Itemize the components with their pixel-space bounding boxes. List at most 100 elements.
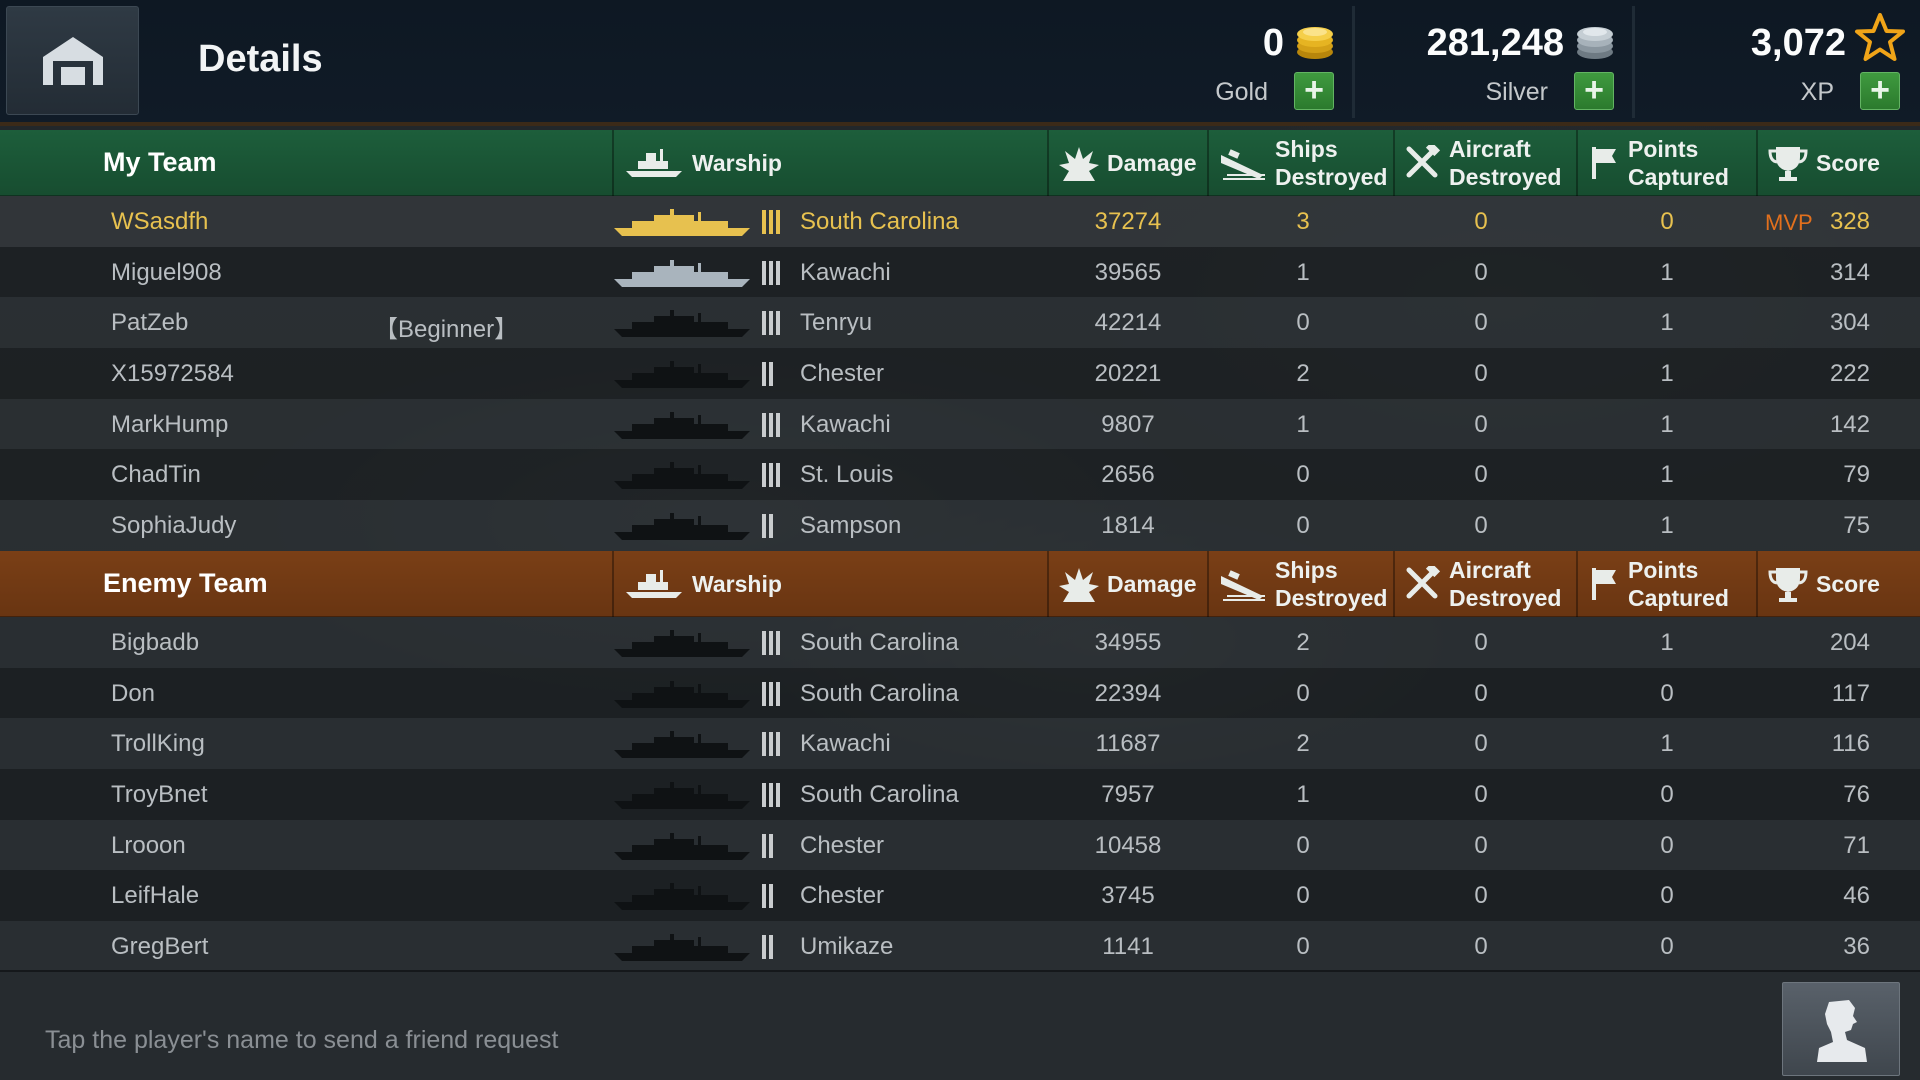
player-name[interactable]: ChadTin bbox=[111, 461, 201, 489]
column-header-points[interactable]: Points Captured bbox=[1576, 550, 1756, 617]
column-header-score[interactable]: Score bbox=[1756, 130, 1920, 196]
column-header-score[interactable]: Score bbox=[1756, 550, 1920, 617]
points-captured-value: 0 bbox=[1660, 679, 1674, 707]
ships-destroyed-value: 0 bbox=[1296, 932, 1310, 960]
ship-name: Sampson bbox=[800, 512, 902, 540]
tier-icon bbox=[760, 358, 782, 388]
tier-icon bbox=[760, 830, 782, 860]
tier-icon bbox=[760, 307, 782, 337]
player-name[interactable]: Lrooon bbox=[111, 832, 186, 860]
player-name[interactable]: Bigbadb bbox=[111, 629, 199, 657]
buy-gold-button[interactable]: + bbox=[1294, 72, 1334, 110]
ship-silhouette-icon bbox=[614, 627, 750, 657]
friend-request-hint: Tap the player's name to send a friend r… bbox=[45, 1026, 559, 1054]
player-name[interactable]: Miguel908 bbox=[111, 259, 222, 287]
player-tag: 【Beginner】 bbox=[374, 316, 519, 344]
column-header-ships[interactable]: Ships Destroyed bbox=[1207, 130, 1393, 196]
ships-destroyed-value: 1 bbox=[1296, 258, 1310, 286]
ship-name: South Carolina bbox=[800, 628, 959, 656]
column-label-line: Captured bbox=[1628, 584, 1729, 611]
buy-silver-button[interactable]: + bbox=[1574, 72, 1614, 110]
star-icon bbox=[1855, 13, 1905, 61]
score-value: 75 bbox=[1843, 512, 1870, 540]
score-value: 204 bbox=[1829, 628, 1870, 656]
damage-value: 42214 bbox=[1094, 309, 1162, 337]
page-title: Details bbox=[198, 38, 323, 80]
aircraft-destroyed-value: 0 bbox=[1474, 512, 1488, 540]
player-name[interactable]: GregBert bbox=[111, 933, 208, 961]
points-captured-value: 0 bbox=[1660, 882, 1674, 910]
aircraft-destroyed-value: 0 bbox=[1474, 730, 1488, 758]
column-label-line: Ships bbox=[1275, 556, 1338, 583]
ship-silhouette-icon bbox=[614, 510, 750, 541]
sinking-ship-icon bbox=[1221, 570, 1265, 601]
aircraft-destroyed-value: 0 bbox=[1474, 932, 1488, 960]
column-label: Score bbox=[1816, 150, 1880, 176]
column-header-damage[interactable]: Damage bbox=[1047, 130, 1207, 196]
ship-name: Umikaze bbox=[800, 932, 894, 960]
column-label: Damage bbox=[1107, 570, 1197, 597]
score-value: 304 bbox=[1829, 309, 1870, 337]
crossed-tools-icon bbox=[1406, 565, 1441, 599]
column-header-warship[interactable]: Warship bbox=[612, 130, 1047, 196]
column-icon-wrap bbox=[1059, 566, 1099, 602]
player-name[interactable]: SophiaJudy bbox=[111, 512, 236, 540]
player-name[interactable]: LeifHale bbox=[111, 882, 199, 910]
column-header-ships[interactable]: Ships Destroyed bbox=[1207, 550, 1393, 617]
top-bar: Details 0 Gold + 281,248 Silver + 3,072 bbox=[0, 0, 1920, 126]
damage-value: 11687 bbox=[1095, 730, 1161, 758]
player-row: MarkHump Kawachi 9807 1 0 1 142 bbox=[0, 398, 1920, 450]
aircraft-destroyed-value: 0 bbox=[1474, 309, 1488, 337]
ship-name: South Carolina bbox=[800, 679, 959, 707]
silver-resource: 281,248 Silver + bbox=[1380, 0, 1620, 122]
points-captured-value: 1 bbox=[1660, 309, 1674, 337]
column-header-aircraft[interactable]: Aircraft Destroyed bbox=[1393, 130, 1576, 196]
damage-value: 22394 bbox=[1094, 679, 1162, 707]
damage-value: 1814 bbox=[1101, 512, 1155, 540]
silver-label: Silver bbox=[1485, 78, 1548, 106]
port-button[interactable] bbox=[6, 6, 139, 115]
column-icon-wrap bbox=[1219, 566, 1267, 602]
ship-silhouette-icon bbox=[614, 728, 750, 759]
player-name[interactable]: MarkHump bbox=[111, 411, 228, 439]
aircraft-destroyed-value: 0 bbox=[1474, 258, 1488, 286]
player-name[interactable]: PatZeb bbox=[111, 309, 188, 337]
trophy-icon bbox=[1768, 567, 1808, 602]
column-icon-wrap bbox=[1059, 145, 1099, 181]
ship-silhouette-icon bbox=[614, 931, 750, 961]
player-name[interactable]: X15972584 bbox=[111, 360, 234, 388]
ships-destroyed-value: 0 bbox=[1296, 831, 1310, 859]
add-friend-button[interactable] bbox=[1782, 982, 1900, 1076]
ship-silhouette-icon bbox=[614, 307, 750, 338]
silver-value: 281,248 bbox=[1426, 22, 1564, 64]
damage-value: 7957 bbox=[1101, 780, 1155, 808]
player-name[interactable]: TrollKing bbox=[111, 730, 205, 758]
ship-silhouette-icon bbox=[614, 880, 750, 911]
column-label: Ships Destroyed bbox=[1275, 135, 1387, 191]
ships-destroyed-value: 0 bbox=[1296, 309, 1310, 337]
column-label: Points Captured bbox=[1628, 135, 1729, 191]
xp-label: XP bbox=[1800, 78, 1834, 106]
player-row: Don South Carolina 22394 0 0 0 117 bbox=[0, 667, 1920, 719]
tier-icon bbox=[760, 880, 782, 910]
column-header-warship[interactable]: Warship bbox=[612, 550, 1047, 617]
player-name[interactable]: Don bbox=[111, 680, 155, 708]
player-row: Bigbadb South Carolina 34955 2 0 1 204 bbox=[0, 616, 1920, 668]
column-icon-wrap bbox=[1219, 145, 1267, 181]
column-label: Ships Destroyed bbox=[1275, 556, 1387, 612]
points-captured-value: 1 bbox=[1660, 461, 1674, 489]
player-row: WSasdfh South Carolina 37274 3 0 0 MVP 328 bbox=[0, 196, 1920, 247]
column-header-points[interactable]: Points Captured bbox=[1576, 130, 1756, 196]
player-name[interactable]: WSasdfh bbox=[111, 208, 208, 236]
tier-icon bbox=[760, 728, 782, 758]
tier-icon bbox=[760, 257, 782, 287]
column-label-line: Destroyed bbox=[1449, 164, 1562, 190]
column-header-damage[interactable]: Damage bbox=[1047, 550, 1207, 617]
ship-name: Tenryu bbox=[800, 309, 873, 337]
column-header-aircraft[interactable]: Aircraft Destroyed bbox=[1393, 550, 1576, 617]
player-name[interactable]: TroyBnet bbox=[111, 781, 207, 809]
explosion-icon bbox=[1059, 147, 1099, 181]
tier-icon bbox=[760, 627, 782, 657]
buy-xp-button[interactable]: + bbox=[1860, 72, 1900, 110]
damage-value: 37274 bbox=[1094, 208, 1162, 235]
